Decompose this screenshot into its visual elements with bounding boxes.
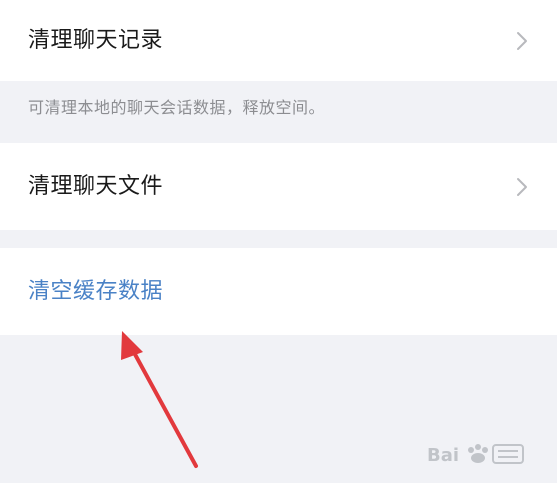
chevron-right-icon (515, 30, 529, 52)
storage-settings-screen: 清理聊天记录 可清理本地的聊天会话数据，释放空间。 清理聊天文件 清空缓存数据 … (0, 0, 557, 483)
clear-chat-files-row[interactable]: 清理聊天文件 (0, 143, 557, 230)
chevron-right-icon (515, 176, 529, 198)
svg-text:Bai: Bai (427, 445, 459, 466)
clear-cache-data-row[interactable]: 清空缓存数据 (0, 248, 557, 335)
baidu-jingyan-watermark-icon: Bai (427, 437, 527, 471)
clear-cache-data-button[interactable]: 清空缓存数据 (28, 278, 163, 306)
clear-chat-records-row[interactable]: 清理聊天记录 (0, 0, 557, 81)
clear-chat-files-label: 清理聊天文件 (28, 174, 164, 199)
clear-records-hint: 可清理本地的聊天会话数据，释放空间。 (28, 98, 326, 117)
clear-chat-records-label: 清理聊天记录 (28, 28, 164, 53)
